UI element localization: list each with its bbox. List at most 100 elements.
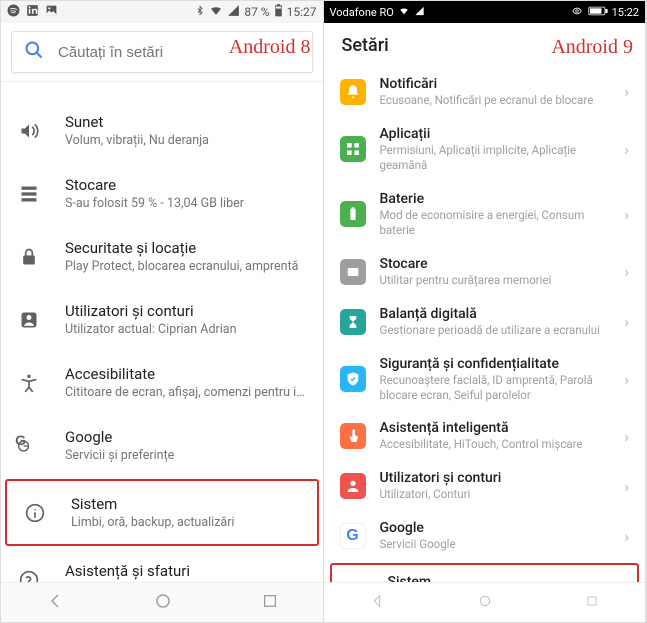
chevron-right-icon: › xyxy=(624,262,629,281)
battery-percent: 87 % xyxy=(244,5,269,19)
status-bar: Vodafone RO 15:22 xyxy=(324,1,646,23)
linkedin-icon xyxy=(26,4,39,20)
settings-item-notifications[interactable]: NotificăriEcusoane, Notificări pe ecranu… xyxy=(324,67,646,117)
item-sub: Recunoaștere facială, ID amprentă, Parol… xyxy=(380,373,611,403)
signal-icon xyxy=(414,6,425,19)
item-sub: Utilizator actual: Ciprian Adrian xyxy=(65,322,307,337)
nav-bar xyxy=(1,582,323,622)
battery-icon xyxy=(274,4,283,20)
bell-icon xyxy=(340,79,366,105)
item-title: Securitate și locație xyxy=(65,239,307,257)
settings-item-battery[interactable]: BaterieMod de economisire a energiei, Co… xyxy=(324,182,646,247)
settings-item-google[interactable]: G Google Servicii și preferințe xyxy=(1,414,323,477)
settings-list: Sunet Volum, vibrații, Nu deranja Stocare… xyxy=(1,81,323,582)
storage-icon xyxy=(17,184,41,204)
separator xyxy=(1,81,323,99)
item-title: Balanță digitală xyxy=(380,306,611,322)
item-sub: Mod de economisire a energiei, Consum ba… xyxy=(380,208,611,238)
item-title: Siguranță și confidențialitate xyxy=(380,356,611,372)
settings-item-users[interactable]: Utilizatori și conturi Utilizator actual:… xyxy=(1,288,323,351)
item-title: Stocare xyxy=(65,176,307,194)
item-title: Asistență și sfaturi xyxy=(65,562,307,580)
item-sub: Servicii și preferințe xyxy=(65,448,307,463)
highlight-box: SistemNavigare sistem, Actualizare softw… xyxy=(330,563,640,582)
info-icon xyxy=(23,503,47,523)
settings-item-storage[interactable]: Stocare S-au folosit 59 % - 13,04 GB libe… xyxy=(1,162,323,225)
google-icon: G xyxy=(340,523,366,549)
nav-home[interactable] xyxy=(477,593,493,613)
bluetooth-icon xyxy=(195,4,205,20)
settings-item-google[interactable]: G GoogleServicii Google › xyxy=(324,511,646,561)
highlight-box: Sistem Limbi, oră, backup, actualizări xyxy=(5,479,319,546)
item-sub: Accesibilitate, HiTouch, Control mișcare xyxy=(380,437,611,452)
item-title: Baterie xyxy=(380,191,611,207)
settings-item-sound[interactable]: Sunet Volum, vibrații, Nu deranja xyxy=(1,99,323,162)
eye-comfort-icon xyxy=(570,6,584,19)
chevron-right-icon: › xyxy=(624,527,629,546)
item-sub: Gestionare perioadă de utilizare a ecran… xyxy=(380,323,611,338)
wifi-icon xyxy=(398,6,410,19)
item-title: Utilizatori și conturi xyxy=(65,302,307,320)
lock-icon xyxy=(17,247,41,267)
settings-item-storage[interactable]: StocareUtilitar pentru curățarea memorie… xyxy=(324,247,646,297)
carrier-label: Vodafone RO xyxy=(330,6,394,19)
item-title: Sunet xyxy=(65,113,307,131)
settings-item-help[interactable]: Asistență și sfaturiArticole de ajutor, … xyxy=(1,548,323,582)
google-icon: G xyxy=(17,436,41,456)
nav-back[interactable] xyxy=(46,592,64,614)
battery-icon xyxy=(588,6,608,19)
item-sub: Servicii Google xyxy=(380,537,611,552)
item-sub: Cititoare de ecran, afișaj, comenzi pent… xyxy=(65,385,307,400)
chevron-right-icon: › xyxy=(624,205,629,224)
item-sub: Volum, vibrații, Nu deranja xyxy=(65,133,307,148)
nav-home[interactable] xyxy=(154,592,172,614)
item-sub: Limbi, oră, backup, actualizări xyxy=(71,515,301,530)
wifi-icon xyxy=(209,4,223,20)
help-icon xyxy=(17,570,41,583)
annotation-label: Android 9 xyxy=(551,36,633,59)
item-title: Sistem xyxy=(71,495,301,513)
settings-item-system[interactable]: Sistem Limbi, oră, backup, actualizări xyxy=(7,481,317,544)
clock-time: 15:27 xyxy=(287,5,317,19)
user-icon xyxy=(340,473,366,499)
item-title: Stocare xyxy=(380,256,611,272)
settings-item-security[interactable]: Securitate și locație Play Protect, bloca… xyxy=(1,225,323,288)
settings-item-accessibility[interactable]: Accesibilitate Cititoare de ecran, afișaj… xyxy=(1,351,323,414)
phone-android8: Android 8 87 % 15:27 xyxy=(1,1,324,622)
nav-bar xyxy=(324,582,646,622)
settings-item-users[interactable]: Utilizatori și conturiUtilizatori, Contu… xyxy=(324,461,646,511)
nav-recent[interactable] xyxy=(262,593,278,613)
item-sub: Play Protect, blocarea ecranului, ampren… xyxy=(65,259,307,274)
battery-icon xyxy=(340,201,366,227)
hourglass-icon xyxy=(340,309,366,335)
chevron-right-icon: › xyxy=(624,312,629,331)
chevron-right-icon: › xyxy=(624,477,629,496)
item-title: Aplicații xyxy=(380,126,611,142)
item-title: Google xyxy=(65,428,307,446)
search-icon xyxy=(24,40,44,64)
settings-item-security[interactable]: Siguranță și confidențialitateRecunoaște… xyxy=(324,347,646,412)
annotation-label: Android 8 xyxy=(229,36,311,59)
item-title: Notificări xyxy=(380,76,611,92)
accessibility-icon xyxy=(17,373,41,393)
spotify-icon xyxy=(7,4,20,20)
signal-icon xyxy=(227,4,240,20)
item-sub: Utilizatori, Conturi xyxy=(380,487,611,502)
item-sub: Ecusoane, Notificări pe ecranul de bloca… xyxy=(380,93,611,108)
shield-icon xyxy=(340,366,366,392)
item-sub: S-au folosit 59 % - 13,04 GB liber xyxy=(65,196,307,211)
chevron-right-icon: › xyxy=(624,82,629,101)
item-title: Accesibilitate xyxy=(65,365,307,383)
item-title: Asistență inteligentă xyxy=(380,420,611,436)
settings-item-apps[interactable]: AplicațiiPermisiuni, Aplicații implicite… xyxy=(324,117,646,182)
settings-item-digitalbalance[interactable]: Balanță digitalăGestionare perioadă de u… xyxy=(324,297,646,347)
item-title: Google xyxy=(380,520,611,536)
nav-recent[interactable] xyxy=(585,593,599,612)
item-sub: Permisiuni, Aplicații implicite, Aplicaț… xyxy=(380,143,611,173)
clock-time: 15:22 xyxy=(612,6,639,19)
settings-item-smartassist[interactable]: Asistență inteligentăAccesibilitate, HiT… xyxy=(324,411,646,461)
settings-item-system[interactable]: SistemNavigare sistem, Actualizare softw… xyxy=(332,565,638,582)
chevron-right-icon: › xyxy=(624,427,629,446)
nav-back[interactable] xyxy=(369,593,385,613)
picture-icon xyxy=(45,4,58,20)
